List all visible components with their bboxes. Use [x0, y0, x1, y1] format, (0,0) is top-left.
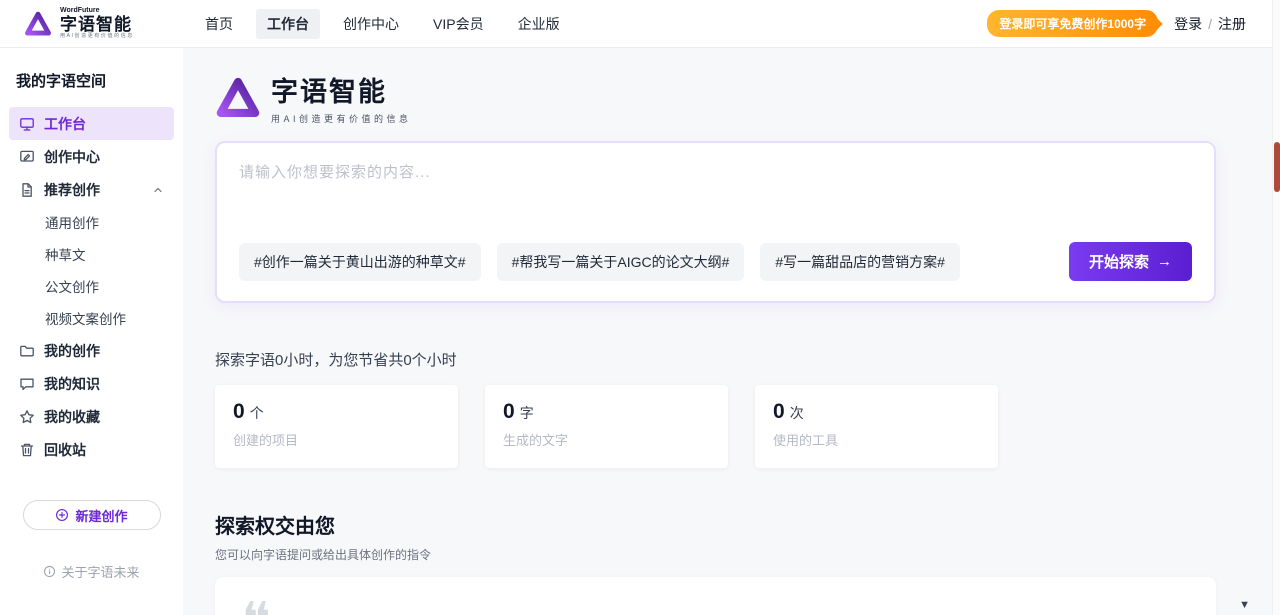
sidebar-subitem-video-copy[interactable]: 视频文案创作 — [9, 302, 174, 334]
sidebar-item-label: 回收站 — [44, 440, 86, 460]
nav-enterprise[interactable]: 企业版 — [507, 9, 571, 39]
register-link[interactable]: 注册 — [1218, 14, 1246, 34]
page: WordFuture 字语智能 用AI创造更有价值的信息 首页 工作台 创作中心… — [0, 0, 1280, 615]
section-title: 探索权交由您 — [215, 510, 1216, 539]
promo-badge[interactable]: 登录即可享免费创作1000字 — [987, 10, 1158, 37]
hero-tagline: 用AI创造更有价值的信息 — [271, 112, 412, 125]
stat-label: 生成的文字 — [503, 430, 710, 449]
stat-card-projects: 0个 创建的项目 — [215, 385, 458, 468]
new-creation-label: 新建创作 — [75, 506, 127, 525]
section-subtitle: 您可以向字语提问或给出具体创作的指令 — [215, 546, 1216, 563]
hero-brand-text: 字语智能 用AI创造更有价值的信息 — [271, 70, 412, 125]
search-card: #创作一篇关于黄山出游的种草文# #帮我写一篇关于AIGC的论文大纲# #写一篇… — [215, 141, 1216, 303]
nav-home[interactable]: 首页 — [194, 9, 244, 39]
nav-creation-center[interactable]: 创作中心 — [332, 9, 410, 39]
brand-name: 字语智能 — [60, 15, 134, 35]
top-nav: 首页 工作台 创作中心 VIP会员 企业版 — [194, 9, 571, 39]
sidebar-item-favorites[interactable]: 我的收藏 — [9, 400, 174, 433]
about-label: 关于字语未来 — [61, 562, 139, 581]
explore-button[interactable]: 开始探索 → — [1069, 242, 1192, 281]
suggestion-chips: #创作一篇关于黄山出游的种草文# #帮我写一篇关于AIGC的论文大纲# #写一篇… — [239, 242, 1192, 281]
document-icon — [19, 182, 35, 198]
sidebar-item-my-creations[interactable]: 我的创作 — [9, 334, 174, 367]
suggestion-chip[interactable]: #创作一篇关于黄山出游的种草文# — [239, 243, 481, 281]
stat-value: 0 — [773, 400, 785, 423]
sidebar-subitem-official[interactable]: 公文创作 — [9, 270, 174, 302]
sidebar-subitem-seeding[interactable]: 种草文 — [9, 238, 174, 270]
hero-brand-name: 字语智能 — [271, 70, 412, 109]
suggestion-chip[interactable]: #帮我写一篇关于AIGC的论文大纲# — [497, 243, 745, 281]
stat-value: 0 — [233, 400, 245, 423]
sidebar-item-label: 我的知识 — [44, 374, 100, 394]
stat-label: 创建的项目 — [233, 430, 440, 449]
chevron-up-icon[interactable] — [152, 184, 164, 196]
header-brand-text: WordFuture 字语智能 用AI创造更有价值的信息 — [60, 7, 134, 40]
sidebar-item-workbench[interactable]: 工作台 — [9, 107, 174, 140]
chat-bubble-icon — [19, 376, 35, 392]
main-content: 字语智能 用AI创造更有价值的信息 #创作一篇关于黄山出游的种草文# #帮我写一… — [183, 48, 1280, 615]
sidebar-item-label: 推荐创作 — [44, 180, 100, 200]
stat-card-tools: 0次 使用的工具 — [755, 385, 998, 468]
login-link[interactable]: 登录 — [1174, 14, 1202, 34]
stat-cards: 0个 创建的项目 0字 生成的文字 0次 使用的工具 — [215, 385, 1216, 468]
page-scrollbar[interactable] — [1272, 0, 1280, 615]
stat-unit: 个 — [250, 405, 264, 421]
hero-logo: 字语智能 用AI创造更有价值的信息 — [215, 70, 1216, 125]
stat-unit: 次 — [790, 405, 804, 421]
sidebar-title: 我的字语空间 — [9, 60, 174, 107]
sidebar-item-label: 工作台 — [44, 114, 86, 134]
stat-card-words: 0字 生成的文字 — [485, 385, 728, 468]
explore-label: 开始探索 — [1089, 251, 1149, 272]
brand-triangle-icon — [24, 10, 52, 38]
sidebar-item-label: 创作中心 — [44, 147, 100, 167]
layout: 我的字语空间 工作台 创作中心 推荐创作 — [0, 48, 1280, 615]
auth-divider: / — [1208, 16, 1212, 32]
auth-links: 登录 / 注册 — [1174, 14, 1246, 34]
stat-unit: 字 — [520, 405, 534, 421]
new-creation-button[interactable]: 新建创作 — [23, 500, 161, 530]
quote-icon: ❝ — [241, 609, 271, 615]
stats-summary-line: 探索字语0小时，为您节省共0个小时 — [215, 349, 1216, 370]
sidebar: 我的字语空间 工作台 创作中心 推荐创作 — [0, 48, 183, 615]
stat-label: 使用的工具 — [773, 430, 980, 449]
about-link[interactable]: 关于字语未来 — [0, 562, 183, 581]
stat-value-row: 0个 — [233, 400, 440, 424]
stat-value-row: 0次 — [773, 400, 980, 424]
header-right: 登录即可享免费创作1000字 登录 / 注册 — [987, 10, 1246, 37]
edit-screen-icon — [19, 149, 35, 165]
nav-vip[interactable]: VIP会员 — [422, 9, 495, 39]
sidebar-item-my-knowledge[interactable]: 我的知识 — [9, 367, 174, 400]
brand-tagline: 用AI创造更有价值的信息 — [60, 34, 134, 40]
monitor-icon — [19, 116, 35, 132]
sidebar-item-creation-center[interactable]: 创作中心 — [9, 140, 174, 173]
sidebar-subitem-general[interactable]: 通用创作 — [9, 206, 174, 238]
search-input[interactable] — [239, 161, 1192, 225]
caret-down-icon[interactable]: ▼ — [1239, 599, 1250, 611]
plus-circle-icon — [55, 508, 69, 522]
trash-icon — [19, 442, 35, 458]
sidebar-item-label: 我的创作 — [44, 341, 100, 361]
suggestion-chip[interactable]: #写一篇甜品店的营销方案# — [760, 243, 960, 281]
nav-workbench[interactable]: 工作台 — [256, 9, 320, 39]
qa-example-card: ❝ 字语智能是什么? 嘿，帮我创作一篇北京出游攻略 — [215, 577, 1216, 615]
folder-icon — [19, 343, 35, 359]
brand-triangle-icon — [215, 75, 261, 121]
sidebar-item-label: 我的收藏 — [44, 407, 100, 427]
info-icon — [43, 565, 56, 578]
brand-en: WordFuture — [60, 7, 134, 15]
header-logo[interactable]: WordFuture 字语智能 用AI创造更有价值的信息 — [24, 7, 182, 40]
sidebar-item-recommended[interactable]: 推荐创作 — [9, 173, 174, 206]
sidebar-item-recycle-bin[interactable]: 回收站 — [9, 433, 174, 466]
scrollbar-thumb[interactable] — [1274, 142, 1280, 192]
arrow-right-icon: → — [1157, 253, 1172, 270]
star-icon — [19, 409, 35, 425]
top-bar: WordFuture 字语智能 用AI创造更有价值的信息 首页 工作台 创作中心… — [0, 0, 1280, 48]
stat-value-row: 0字 — [503, 400, 710, 424]
stat-value: 0 — [503, 400, 515, 423]
